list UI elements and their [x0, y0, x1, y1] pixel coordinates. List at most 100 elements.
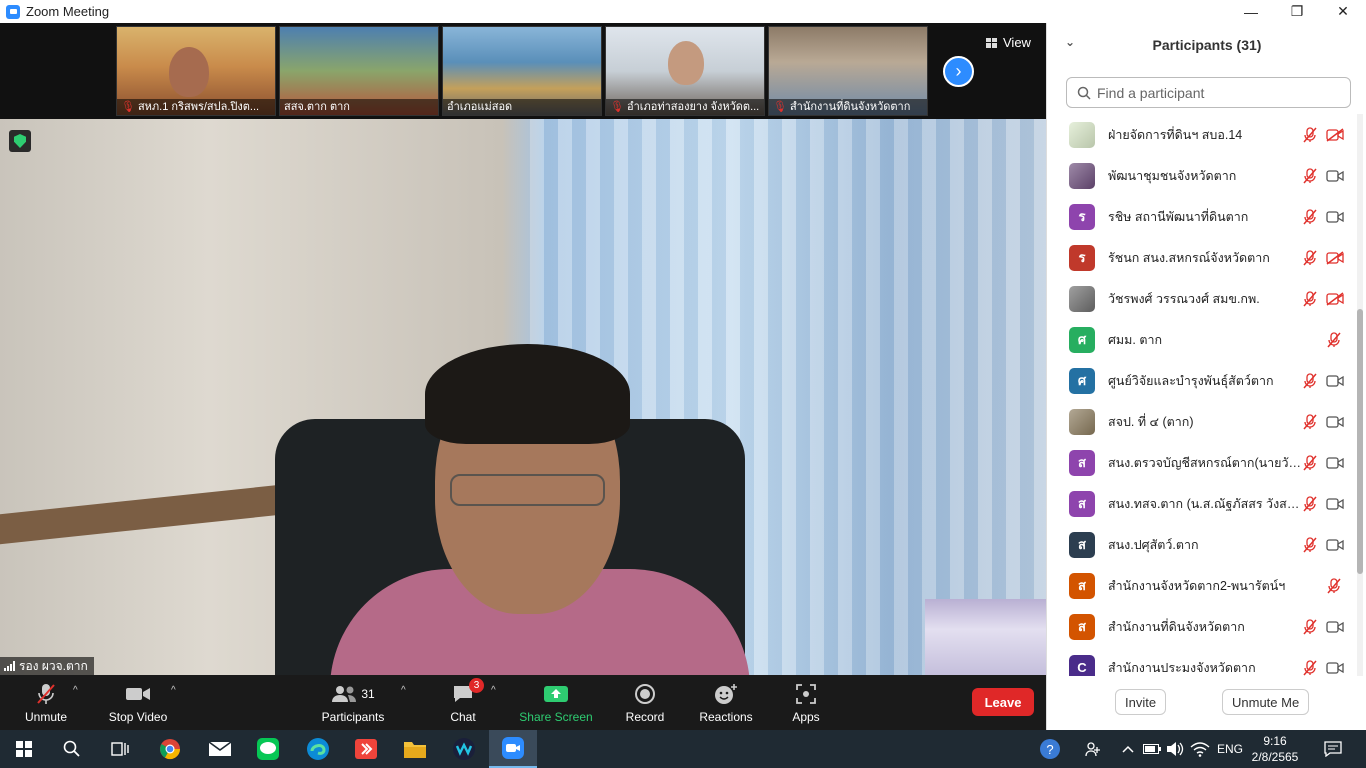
unmute-button[interactable]: Unmute [20, 675, 72, 730]
close-button[interactable]: ✕ [1320, 0, 1366, 23]
leave-button[interactable]: Leave [972, 688, 1034, 716]
help-icon[interactable]: ? [1036, 730, 1064, 768]
mic-muted-icon [1302, 208, 1318, 225]
chevron-up-icon[interactable]: ^ [491, 685, 496, 696]
zoom-taskbar-icon[interactable] [489, 730, 537, 768]
wall-trim [0, 483, 290, 545]
chevron-up-icon[interactable]: ^ [73, 685, 78, 696]
mail-icon[interactable] [196, 730, 244, 768]
participant-search-field[interactable]: Find a participant [1066, 77, 1351, 108]
task-view-icon[interactable] [96, 730, 144, 768]
tile-name: อำเภอแม่สอด [447, 101, 513, 113]
participant-row[interactable]: ร รัชนก สนง.สหกรณ์จังหวัดตาก [1047, 237, 1357, 278]
participant-row[interactable]: ส สำนักงานที่ดินจังหวัดตาก [1047, 606, 1357, 647]
participant-row[interactable]: ส สนง.ทสจ.ตาก (น.ส.ณัฐภัสสร วังสาร ... [1047, 483, 1357, 524]
participants-button[interactable]: 31 Participants [318, 675, 388, 730]
scrollbar-thumb[interactable] [1357, 309, 1363, 574]
tile-name: อำเภอท่าสองยาง จังหวัดต... [626, 101, 760, 113]
gallery-strip: 🎙 สหภ.1 กริสพร/สปล.ปิงต... สสจ.ตาก ตาก อำ… [0, 23, 1046, 119]
participant-row[interactable]: ฝ่ายจัดการที่ดินฯ สบอ.14 [1047, 114, 1357, 155]
apps-button[interactable]: Apps [788, 675, 824, 730]
participant-row[interactable]: ร รชิษ สถานีพัฒนาที่ดินตาก [1047, 196, 1357, 237]
record-button[interactable]: Record [622, 675, 668, 730]
chat-button[interactable]: 3 Chat [446, 675, 484, 730]
participant-row[interactable]: C สำนักงานประมงจังหวัดตาก [1047, 647, 1357, 676]
active-speaker-video[interactable] [0, 119, 1046, 675]
signal-strength-icon [4, 661, 15, 671]
mic-muted-icon [1326, 577, 1342, 594]
participants-label: Participants [321, 709, 385, 724]
chrome-icon[interactable] [146, 730, 194, 768]
tile-label: 🎙 อำเภอท่าสองยาง จังหวัดต... [606, 99, 764, 115]
reactions-button[interactable]: Reactions [698, 675, 754, 730]
view-button[interactable]: View [986, 35, 1031, 50]
security-shield-icon[interactable] [9, 130, 31, 152]
taskbar-clock[interactable]: 9:16 2/8/2565 [1245, 733, 1305, 765]
participant-row[interactable]: พัฒนาชุมชนจังหวัดตาก [1047, 155, 1357, 196]
participant-row[interactable]: ส สนง.ตรวจบัญชีสหกรณ์ตาก(นายวันชั... [1047, 442, 1357, 483]
participant-row[interactable]: สจป. ที่ ๔ (ตาก) [1047, 401, 1357, 442]
unmute-label: Unmute [24, 709, 68, 724]
meeting-area: 🎙 สหภ.1 กริสพร/สปล.ปิงต... สสจ.ตาก ตาก อำ… [0, 23, 1046, 675]
video-tile[interactable]: สสจ.ตาก ตาก [279, 26, 439, 116]
chevron-up-icon[interactable]: ^ [401, 685, 406, 696]
participant-row[interactable]: วัชรพงศ์ วรรณวงศ์ สมข.กพ. [1047, 278, 1357, 319]
network-icon[interactable] [1188, 730, 1212, 768]
avatar: ร [1069, 203, 1095, 230]
volume-icon[interactable] [1164, 730, 1186, 768]
video-tile[interactable]: 🎙 อำเภอท่าสองยาง จังหวัดต... [605, 26, 765, 116]
zoom-logo-icon [6, 4, 20, 19]
battery-icon[interactable] [1142, 730, 1162, 768]
video-tile[interactable]: 🎙 สำนักงานที่ดินจังหวัดตาก [768, 26, 928, 116]
chevron-up-icon[interactable]: ^ [171, 685, 176, 696]
mic-muted-icon [1326, 331, 1342, 348]
stop-video-button[interactable]: Stop Video [105, 675, 171, 730]
unmute-me-button[interactable]: Unmute Me [1222, 689, 1310, 715]
participant-row[interactable]: ศ ศมม. ตาก [1047, 319, 1357, 360]
video-camera-icon [1326, 210, 1344, 224]
video-off-icon [1326, 250, 1344, 265]
anydesk-icon[interactable] [342, 730, 390, 768]
tile-label: อำเภอแม่สอด [443, 99, 601, 115]
webex-icon[interactable] [440, 730, 488, 768]
search-icon[interactable] [48, 730, 96, 768]
chat-label: Chat [450, 709, 476, 724]
windows-start-icon[interactable] [0, 730, 48, 768]
share-screen-button[interactable]: Share Screen [518, 675, 594, 730]
mic-muted-icon [1302, 290, 1318, 307]
participant-list: ฝ่ายจัดการที่ดินฯ สบอ.14 พัฒนาชุมชนจังหวั… [1047, 114, 1357, 676]
tile-label: สสจ.ตาก ตาก [280, 99, 438, 115]
avatar: ส [1069, 613, 1095, 640]
file-explorer-icon[interactable] [391, 730, 439, 768]
line-app-icon[interactable] [244, 730, 292, 768]
search-placeholder: Find a participant [1097, 84, 1205, 101]
participant-row[interactable]: ศ ศูนย์วิจัยและบำรุงพันธุ์สัตว์ตาก [1047, 360, 1357, 401]
participant-row[interactable]: ส สำนักงานจังหวัดตาก2-พนารัตน์ฯ [1047, 565, 1357, 606]
tile-name: สสจ.ตาก ตาก [284, 101, 350, 113]
chat-icon: 3 [452, 677, 484, 706]
participant-name: รชิษ สถานีพัฒนาที่ดินตาก [1108, 209, 1249, 224]
video-tile[interactable]: อำเภอแม่สอด [442, 26, 602, 116]
input-language[interactable]: ENG [1214, 730, 1246, 768]
chat-unread-badge: 3 [469, 677, 484, 693]
notifications-icon[interactable] [1318, 730, 1348, 768]
participant-list-scrollbar[interactable] [1357, 114, 1363, 676]
mic-muted-icon [1302, 126, 1318, 143]
video-tile[interactable]: 🎙 สหภ.1 กริสพร/สปล.ปิงต... [116, 26, 276, 116]
tile-name: สำนักงานที่ดินจังหวัดตาก [789, 101, 911, 113]
chevron-right-icon[interactable]: › [943, 56, 974, 87]
mic-muted-icon [1302, 413, 1318, 430]
participant-row[interactable]: ส สนง.ปศุสัตว์.ตาก [1047, 524, 1357, 565]
participant-name: สำนักงานประมงจังหวัดตาก [1108, 660, 1256, 675]
zoom-window: Zoom Meeting — ❐ ✕ 🎙 สหภ.1 กริสพร/สปล.ปิง… [0, 0, 1366, 768]
video-camera-icon [1326, 620, 1344, 634]
people-icon[interactable] [1080, 730, 1106, 768]
edge-icon[interactable] [294, 730, 342, 768]
invite-button[interactable]: Invite [1115, 689, 1167, 715]
minimize-button[interactable]: — [1228, 0, 1274, 23]
mic-muted-icon [1302, 495, 1318, 512]
chevron-up-icon[interactable] [1118, 730, 1138, 768]
chevron-down-icon[interactable]: ⌄ [1065, 35, 1075, 49]
video-off-icon [1326, 127, 1344, 142]
restore-button[interactable]: ❐ [1274, 0, 1320, 23]
